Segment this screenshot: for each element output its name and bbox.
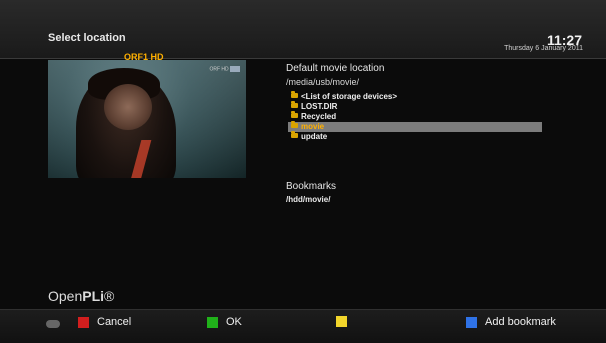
default-location-label: Default movie location bbox=[286, 63, 385, 74]
channel-logo-icon bbox=[230, 66, 240, 72]
ok-label: OK bbox=[226, 316, 242, 328]
folder-label: movie bbox=[301, 122, 325, 131]
folder-item-lost-dir[interactable]: LOST.DIR bbox=[288, 101, 542, 112]
folder-label: LOST.DIR bbox=[301, 102, 338, 111]
cancel-label: Cancel bbox=[97, 316, 132, 328]
bookmarks-label: Bookmarks bbox=[286, 181, 337, 192]
brand-logo: OpenPLi® bbox=[48, 288, 114, 304]
video-preview: ORF HD bbox=[48, 60, 246, 178]
brand-suffix: PLi bbox=[82, 288, 105, 304]
footer: Cancel OK Add bookmark bbox=[0, 309, 606, 343]
header: Select location 11:27 Thursday 6 January… bbox=[0, 0, 606, 59]
folder-item-update[interactable]: update bbox=[288, 131, 542, 142]
page-title: Select location bbox=[48, 32, 126, 44]
yellow-button[interactable] bbox=[336, 316, 355, 327]
folder-item-storage-devices[interactable]: <List of storage devices> bbox=[288, 91, 542, 102]
remote-icon bbox=[46, 320, 60, 328]
folder-label: update bbox=[301, 132, 328, 141]
folder-item-recycled[interactable]: Recycled bbox=[288, 111, 542, 122]
folder-label: Recycled bbox=[301, 112, 337, 121]
green-key-icon bbox=[207, 316, 218, 328]
folder-icon bbox=[291, 111, 298, 119]
brand-mark: ® bbox=[104, 288, 115, 304]
folder-icon bbox=[291, 101, 298, 109]
bookmark-item[interactable]: /hdd/movie/ bbox=[286, 195, 330, 204]
blue-key-icon bbox=[466, 316, 477, 328]
ok-button[interactable]: OK bbox=[207, 316, 242, 328]
folder-label: <List of storage devices> bbox=[301, 92, 398, 101]
clock-date: Thursday 6 January 2011 bbox=[504, 45, 583, 52]
cancel-button[interactable]: Cancel bbox=[78, 316, 131, 328]
folder-list[interactable]: <List of storage devices> LOST.DIR Recyc… bbox=[288, 91, 542, 142]
add-bookmark-label: Add bookmark bbox=[485, 316, 556, 328]
folder-icon bbox=[291, 91, 298, 99]
channel-logo-text: ORF HD bbox=[209, 66, 229, 73]
preview-face bbox=[104, 84, 152, 130]
yellow-key-icon bbox=[336, 316, 347, 327]
folder-icon bbox=[291, 131, 298, 139]
brand-prefix: Open bbox=[48, 288, 83, 304]
red-key-icon bbox=[78, 316, 89, 328]
folder-icon bbox=[291, 121, 298, 129]
channel-logo: ORF HD bbox=[209, 66, 240, 72]
current-path: /media/usb/movie/ bbox=[286, 77, 360, 87]
folder-item-movie[interactable]: movie bbox=[288, 121, 542, 132]
add-bookmark-button[interactable]: Add bookmark bbox=[466, 316, 556, 328]
screen: Select location 11:27 Thursday 6 January… bbox=[0, 0, 606, 343]
